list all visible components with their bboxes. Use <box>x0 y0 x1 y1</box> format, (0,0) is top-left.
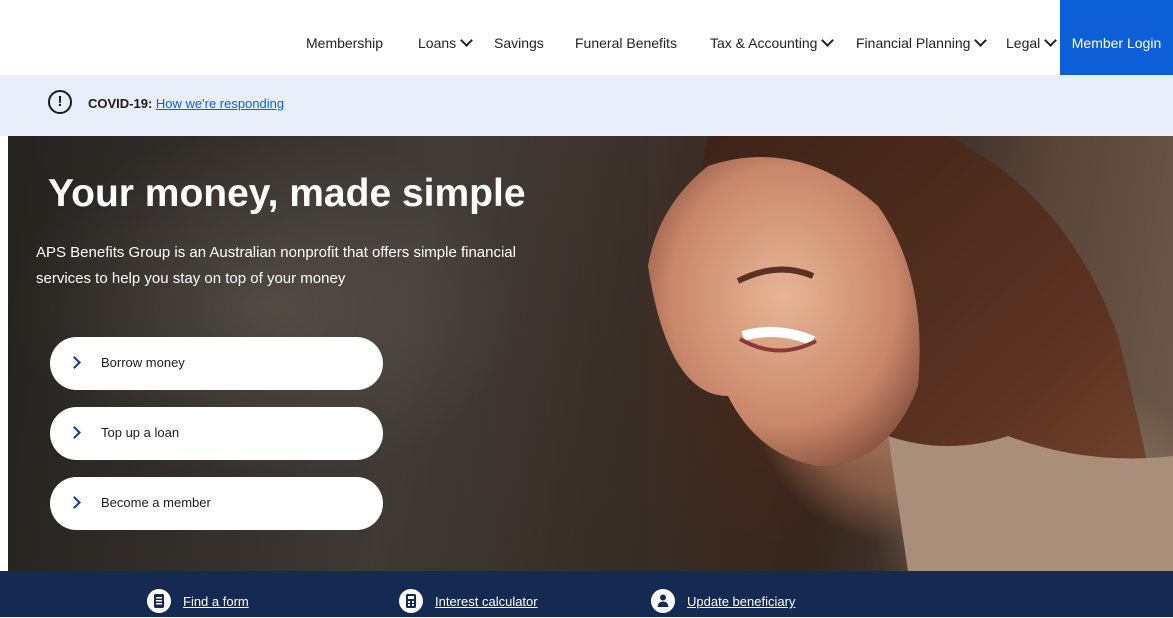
covid-alert-text: COVID-19: How we're responding <box>88 96 284 111</box>
become-member-button[interactable]: Become a member <box>50 477 383 530</box>
member-login-label: Member Login <box>1071 35 1162 51</box>
person-icon <box>651 589 675 613</box>
cta-label: Become a member <box>101 495 211 510</box>
nav-item-funeral-benefits[interactable]: Funeral Benefits <box>575 0 677 75</box>
nav-item-membership[interactable]: Membership <box>306 0 383 75</box>
chevron-down-icon <box>974 34 988 47</box>
nav-item-label: Financial Planning <box>856 35 971 51</box>
member-login-button[interactable]: Member Login <box>1060 0 1173 75</box>
nav-item-label: Legal <box>1006 35 1041 51</box>
quick-link-label: Find a form <box>183 594 249 609</box>
alert-icon: ! <box>48 90 72 114</box>
nav-item-savings[interactable]: Savings <box>494 0 544 75</box>
nav-item-label: Funeral Benefits <box>575 35 677 51</box>
chevron-down-icon <box>1044 34 1058 47</box>
chevron-right-icon <box>68 356 81 369</box>
nav-item-label: Membership <box>306 35 384 51</box>
cta-label: Top up a loan <box>101 425 180 440</box>
quick-link-label: Update beneficiary <box>687 594 796 609</box>
nav-item-label: Savings <box>494 35 544 51</box>
nav-item-financial-planning[interactable]: Financial Planning <box>856 0 988 75</box>
nav-item-legal[interactable]: Legal <box>1006 0 1058 75</box>
nav-item-loans[interactable]: Loans <box>418 0 474 75</box>
cta-label: Borrow money <box>101 355 185 370</box>
quick-link-label: Interest calculator <box>435 594 538 609</box>
top-navigation: Membership Loans Savings Funeral Benefit… <box>0 0 1173 76</box>
nav-item-tax-accounting[interactable]: Tax & Accounting <box>710 0 835 75</box>
form-icon <box>147 589 171 613</box>
chevron-right-icon <box>68 426 81 439</box>
quick-links-bar <box>0 571 1173 617</box>
hero-title: Your money, made simple <box>48 172 526 215</box>
chevron-right-icon <box>68 496 81 509</box>
borrow-money-button[interactable]: Borrow money <box>50 337 383 390</box>
nav-item-label: Loans <box>418 35 457 51</box>
hero-subtitle: APS Benefits Group is an Australian nonp… <box>36 244 516 287</box>
chevron-down-icon <box>460 34 474 47</box>
nav-item-label: Tax & Accounting <box>710 35 818 51</box>
chevron-down-icon <box>821 34 835 47</box>
covid-alert-prefix: COVID-19: <box>88 96 153 111</box>
top-up-loan-button[interactable]: Top up a loan <box>50 407 383 460</box>
calculator-icon <box>399 589 423 613</box>
hero-photo <box>648 136 1173 571</box>
covid-response-link[interactable]: How we're responding <box>156 96 284 111</box>
